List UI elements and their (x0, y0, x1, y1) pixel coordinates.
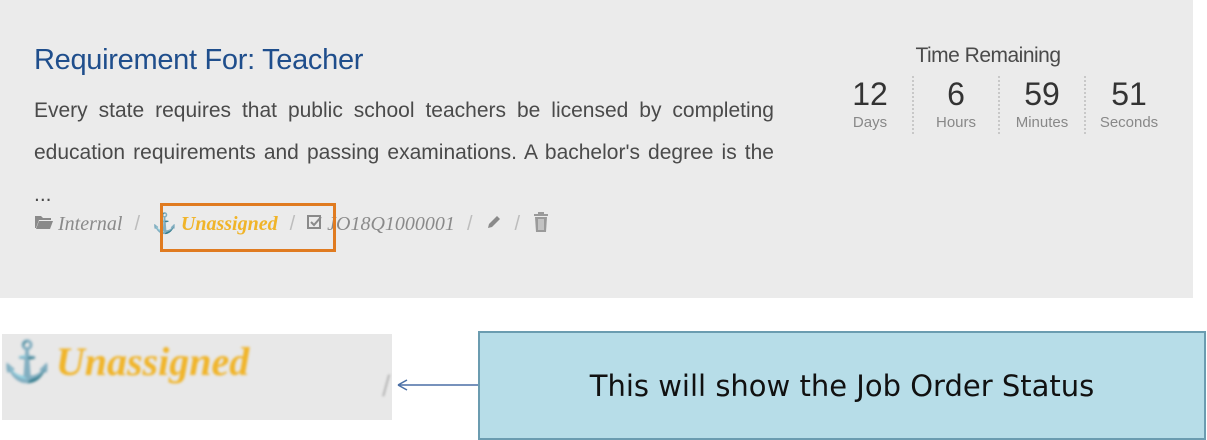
pencil-icon[interactable] (485, 213, 503, 235)
timer-seconds: 51 Seconds (1086, 76, 1172, 134)
category-link[interactable]: Internal (34, 213, 122, 236)
pointer-arrow (397, 379, 480, 391)
timer-label: Seconds (1099, 114, 1159, 131)
trash-icon[interactable] (532, 211, 550, 237)
timer-days: 12 Days (828, 76, 914, 134)
annotation-callout: This will show the Job Order Status (478, 331, 1206, 440)
timer-value: 51 (1111, 76, 1147, 112)
timer-label: Days (852, 114, 888, 131)
folder-open-icon (34, 214, 54, 234)
zoomed-status-label: Unassigned (55, 339, 250, 384)
status-zoom-inset: ⚓ Unassigned / (2, 334, 392, 420)
job-description: Every state requires that public school … (34, 99, 774, 206)
meta-separator: / (514, 212, 521, 235)
timer-value: 6 (947, 76, 965, 112)
job-order-card: Requirement For: Teacher Every state req… (0, 0, 1193, 298)
timer-value: 12 (852, 76, 888, 112)
status-highlight-box (160, 203, 336, 252)
category-label: Internal (58, 212, 123, 235)
timer-units: 12 Days 6 Hours 59 Minutes 51 Seconds (828, 76, 1172, 134)
anchor-icon: ⚓ (2, 338, 52, 384)
timer-minutes: 59 Minutes (1000, 76, 1086, 134)
zoom-separator: / (382, 370, 391, 403)
job-title[interactable]: Requirement For: Teacher (34, 44, 363, 77)
meta-separator: / (134, 212, 140, 235)
callout-text: This will show the Job Order Status (589, 368, 1095, 403)
timer-title: Time Remaining (915, 44, 1061, 67)
job-order-id-label: JO18Q1000001 (327, 212, 455, 235)
timer-label: Minutes (1015, 114, 1069, 131)
zoomed-status: ⚓ Unassigned (2, 338, 249, 385)
timer-label: Hours (935, 114, 976, 131)
meta-separator: / (466, 212, 473, 235)
timer-hours: 6 Hours (914, 76, 1000, 134)
timer-value: 59 (1024, 76, 1060, 112)
